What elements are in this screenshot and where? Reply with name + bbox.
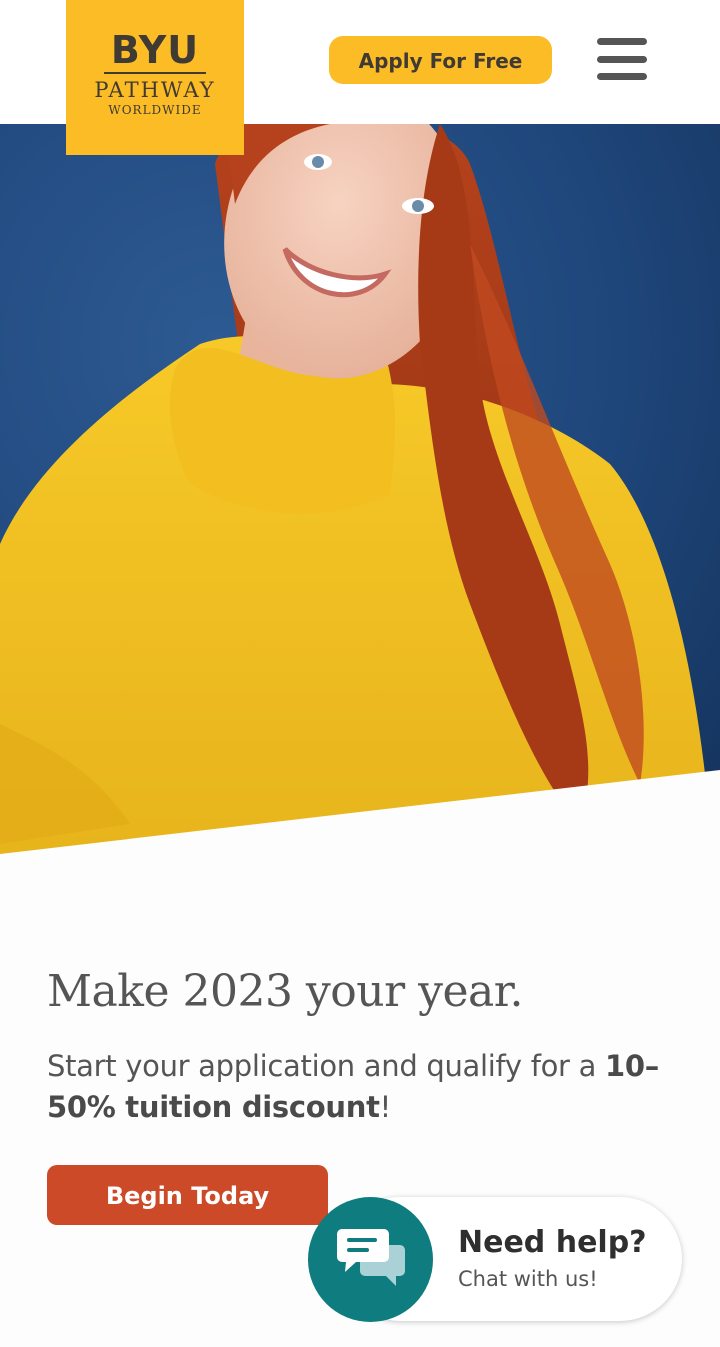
hero-image [0,124,720,854]
subtext-end: ! [379,1090,392,1124]
chat-button[interactable] [308,1197,433,1322]
logo-byu-text: BYU [110,28,200,72]
logo-worldwide-text: WORLDWIDE [108,103,202,117]
begin-today-button[interactable]: Begin Today [47,1165,328,1225]
hero-subtext: Start your application and qualify for a… [47,1046,677,1128]
chat-widget[interactable]: Need help? Chat with us! [308,1196,684,1323]
byu-pathway-logo[interactable]: BYU PATHWAY WORLDWIDE [66,0,244,155]
subtext-lead: Start your application and qualify for a [47,1049,605,1083]
page: Apply For Free BYU PATHWAY WORLDWIDE Mak… [0,0,720,1347]
hamburger-menu-icon[interactable] [597,38,647,82]
chat-title: Need help? [458,1225,647,1260]
chat-bubbles-icon [337,1229,405,1286]
chat-subtitle: Chat with us! [458,1267,598,1291]
apply-for-free-button[interactable]: Apply For Free [329,36,552,84]
hero-headline: Make 2023 your year. [47,966,523,1017]
logo-pathway-text: PATHWAY [94,78,216,102]
logo-divider [104,72,206,74]
